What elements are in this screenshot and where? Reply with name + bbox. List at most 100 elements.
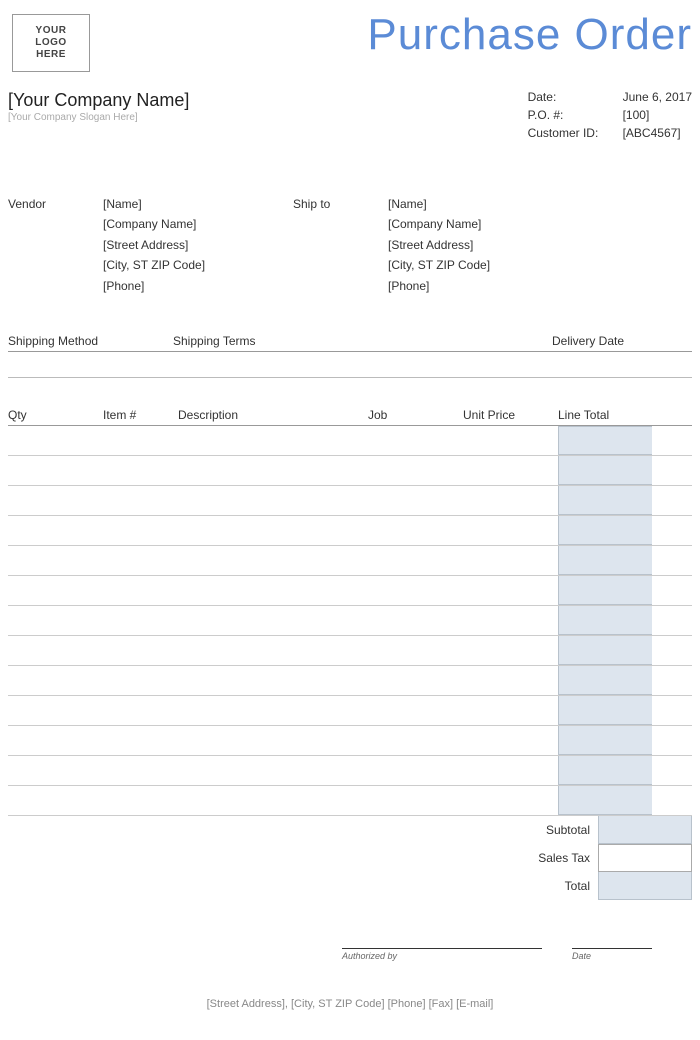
qty-cell[interactable] [8,756,103,785]
sales-tax-cell[interactable] [598,844,692,872]
unit-cell[interactable] [463,456,558,485]
job-cell[interactable] [368,726,463,755]
item-cell[interactable] [103,456,178,485]
qty-cell[interactable] [8,726,103,755]
total-label: Total [503,879,598,893]
unit-cell[interactable] [463,606,558,635]
shipto-label: Ship to [293,194,388,296]
unit-cell[interactable] [463,756,558,785]
job-cell[interactable] [368,456,463,485]
desc-cell[interactable] [178,546,368,575]
qty-cell[interactable] [8,546,103,575]
total-cell [558,726,652,755]
delivery-date-cell[interactable] [552,352,692,377]
unit-price-header: Unit Price [463,408,558,422]
item-cell[interactable] [103,636,178,665]
unit-cell[interactable] [463,726,558,755]
desc-cell[interactable] [178,486,368,515]
job-cell[interactable] [368,666,463,695]
footer-contact: [Street Address], [City, ST ZIP Code] [P… [0,998,700,1010]
unit-cell[interactable] [463,546,558,575]
item-cell[interactable] [103,486,178,515]
desc-cell[interactable] [178,756,368,785]
shipto-phone: [Phone] [388,276,578,296]
line-total-header: Line Total [558,408,652,422]
qty-cell[interactable] [8,576,103,605]
job-cell[interactable] [368,636,463,665]
desc-cell[interactable] [178,576,368,605]
item-cell[interactable] [103,786,178,815]
table-row [8,456,692,486]
desc-cell[interactable] [178,726,368,755]
qty-cell[interactable] [8,666,103,695]
qty-cell[interactable] [8,426,103,455]
shipto-name: [Name] [388,194,578,214]
customer-id-label: Customer ID: [528,126,623,140]
table-row [8,666,692,696]
unit-cell[interactable] [463,786,558,815]
table-row [8,726,692,756]
qty-cell[interactable] [8,696,103,725]
vendor-city: [City, ST ZIP Code] [103,255,293,275]
vendor-company: [Company Name] [103,214,293,234]
company-slogan: [Your Company Slogan Here] [8,112,189,123]
unit-cell[interactable] [463,576,558,605]
company-name: [Your Company Name] [8,90,189,111]
unit-cell[interactable] [463,696,558,725]
shipping-method-cell[interactable] [8,352,173,377]
qty-cell[interactable] [8,456,103,485]
item-cell[interactable] [103,726,178,755]
job-cell[interactable] [368,786,463,815]
unit-cell[interactable] [463,636,558,665]
item-cell[interactable] [103,756,178,785]
desc-cell[interactable] [178,516,368,545]
desc-cell[interactable] [178,606,368,635]
qty-cell[interactable] [8,516,103,545]
item-cell[interactable] [103,696,178,725]
item-cell[interactable] [103,426,178,455]
po-number-value: [100] [623,108,650,122]
desc-cell[interactable] [178,696,368,725]
total-cell [558,636,652,665]
unit-cell[interactable] [463,426,558,455]
subtotal-label: Subtotal [503,823,598,837]
desc-cell[interactable] [178,456,368,485]
desc-cell[interactable] [178,786,368,815]
shipto-street: [Street Address] [388,235,578,255]
unit-cell[interactable] [463,666,558,695]
item-cell[interactable] [103,546,178,575]
signature-date-line: Date [572,948,652,961]
qty-cell[interactable] [8,636,103,665]
job-cell[interactable] [368,546,463,575]
table-row [8,636,692,666]
qty-cell[interactable] [8,606,103,635]
job-cell[interactable] [368,606,463,635]
job-header: Job [368,408,463,422]
vendor-street: [Street Address] [103,235,293,255]
job-cell[interactable] [368,696,463,725]
delivery-date-header: Delivery Date [552,334,692,348]
item-cell[interactable] [103,576,178,605]
desc-cell[interactable] [178,426,368,455]
job-cell[interactable] [368,426,463,455]
item-cell[interactable] [103,606,178,635]
desc-cell[interactable] [178,666,368,695]
item-cell[interactable] [103,516,178,545]
item-cell[interactable] [103,666,178,695]
job-cell[interactable] [368,516,463,545]
job-cell[interactable] [368,576,463,605]
table-row [8,516,692,546]
shipping-terms-cell[interactable] [173,352,552,377]
qty-cell[interactable] [8,786,103,815]
shipto-city: [City, ST ZIP Code] [388,255,578,275]
item-number-header: Item # [103,408,178,422]
desc-cell[interactable] [178,636,368,665]
job-cell[interactable] [368,756,463,785]
job-cell[interactable] [368,486,463,515]
qty-cell[interactable] [8,486,103,515]
vendor-block: [Name] [Company Name] [Street Address] [… [103,194,293,296]
unit-cell[interactable] [463,486,558,515]
logo-text-1: YOUR LOGO [35,25,66,48]
total-cell [558,546,652,575]
unit-cell[interactable] [463,516,558,545]
